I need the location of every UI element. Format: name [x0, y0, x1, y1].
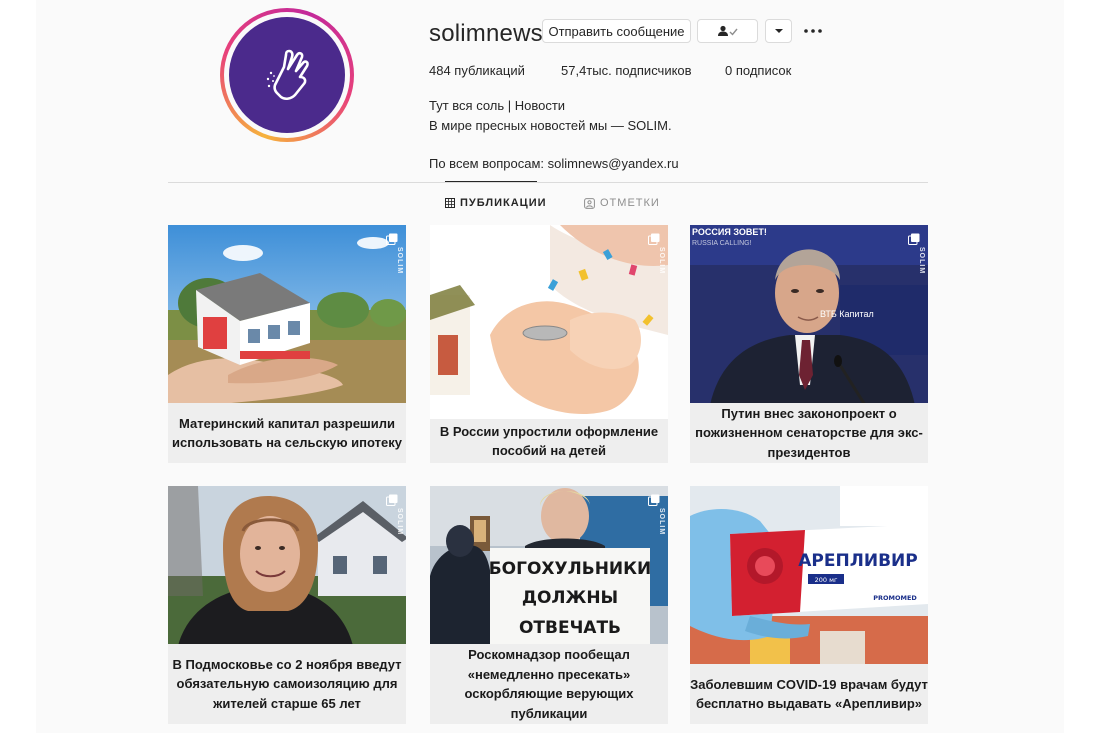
post-thumbnail[interactable]: РОССИЯ ЗОВЕТ! RUSSIA CALLING! ВТБ Капита… — [690, 225, 928, 463]
carousel-icon — [908, 233, 920, 245]
post-caption: Путин внес законопроект о пожизненном се… — [690, 403, 928, 463]
carousel-icon — [386, 494, 398, 506]
carousel-icon — [648, 494, 660, 506]
brand-watermark: SOLIM — [658, 247, 665, 275]
medicine-box-dose: 200 мг — [815, 576, 838, 584]
story-ring[interactable] — [220, 8, 354, 142]
medicine-maker-logo: PROMOMED — [873, 594, 917, 602]
bio-line: Тут вся соль | Новости — [429, 98, 566, 113]
bio-line: В мире пресных новостей мы — SOLIM. — [429, 118, 672, 133]
post-image: АРЕПЛИВИР 200 мг PROMOMED — [690, 486, 928, 664]
image-banner-text: РОССИЯ ЗОВЕТ! — [692, 227, 767, 237]
protest-sign-text: БОГОХУЛЬНИКИ — [489, 559, 652, 579]
following-count[interactable]: 0 подписок — [725, 63, 791, 78]
post-caption: В России упростили оформление пособий на… — [430, 419, 668, 463]
active-tab-indicator — [445, 181, 537, 182]
protest-sign-text: ДОЛЖНЫ — [522, 588, 618, 608]
more-dots-icon — [804, 29, 822, 33]
avatar[interactable] — [229, 17, 345, 133]
brand-watermark: SOLIM — [918, 247, 925, 275]
post-thumbnail[interactable]: В России упростили оформление пособий на… — [430, 225, 668, 463]
chevron-down-icon — [774, 29, 783, 33]
followers-count[interactable]: 57,4тыс. подписчиков — [561, 63, 692, 78]
post-caption: Материнский капитал разрешили использова… — [168, 403, 406, 463]
tab-posts[interactable]: ПУБЛИКАЦИИ — [445, 197, 547, 209]
post-image: БОГОХУЛЬНИКИ ДОЛЖНЫ ОТВЕЧАТЬ — [430, 486, 668, 646]
medicine-box-name: АРЕПЛИВИР — [798, 551, 917, 571]
image-banner-subtext: RUSSIA CALLING! — [692, 240, 752, 247]
post-image: РОССИЯ ЗОВЕТ! RUSSIA CALLING! ВТБ Капита… — [690, 225, 928, 405]
protest-sign-text: ОТВЕЧАТЬ — [519, 618, 621, 638]
tab-tagged-label: ОТМЕТКИ — [600, 197, 660, 209]
post-thumbnail[interactable]: В Подмосковье со 2 ноября введут обязате… — [168, 486, 406, 724]
bio: Тут вся соль | Новости В мире пресных но… — [429, 96, 679, 174]
user-check-icon — [717, 25, 738, 36]
suggestions-dropdown-button[interactable] — [765, 19, 792, 43]
post-thumbnail[interactable]: АРЕПЛИВИР 200 мг PROMOMED Заболевшим COV… — [690, 486, 928, 724]
send-message-button[interactable]: Отправить сообщение — [542, 19, 691, 43]
grid-icon — [445, 198, 455, 208]
post-image — [430, 225, 668, 425]
salt-pinch-logo-icon — [266, 49, 309, 101]
carousel-icon — [908, 494, 920, 506]
tagged-user-icon — [584, 197, 595, 209]
post-caption: В Подмосковье со 2 ноября введут обязате… — [168, 644, 406, 724]
tab-posts-label: ПУБЛИКАЦИИ — [460, 197, 547, 209]
posts-count: 484 публикаций — [429, 63, 525, 78]
brand-watermark: SOLIM — [396, 247, 403, 275]
tabs-divider — [168, 182, 928, 183]
username: solimnews — [429, 20, 543, 47]
more-options-button[interactable] — [802, 20, 824, 42]
post-thumbnail[interactable]: БОГОХУЛЬНИКИ ДОЛЖНЫ ОТВЕЧАТЬ Роскомнадзо… — [430, 486, 668, 724]
post-caption: Заболевшим COVID-19 врачам будут бесплат… — [690, 664, 928, 724]
carousel-icon — [386, 233, 398, 245]
carousel-icon — [648, 233, 660, 245]
image-logo-text: ВТБ Капитал — [820, 309, 874, 319]
post-image — [168, 225, 406, 405]
following-button[interactable] — [697, 19, 758, 43]
bio-contact: По всем вопросам: solimnews@yandex.ru — [429, 156, 679, 171]
brand-watermark: SOLIM — [658, 508, 665, 536]
post-thumbnail[interactable]: Материнский капитал разрешили использова… — [168, 225, 406, 463]
post-caption: Роскомнадзор пообещал «немедленно пресек… — [430, 644, 668, 724]
brand-watermark: SOLIM — [396, 508, 403, 536]
brand-watermark: SOLIM — [918, 508, 925, 536]
tab-tagged[interactable]: ОТМЕТКИ — [584, 197, 660, 209]
post-image — [168, 486, 406, 646]
